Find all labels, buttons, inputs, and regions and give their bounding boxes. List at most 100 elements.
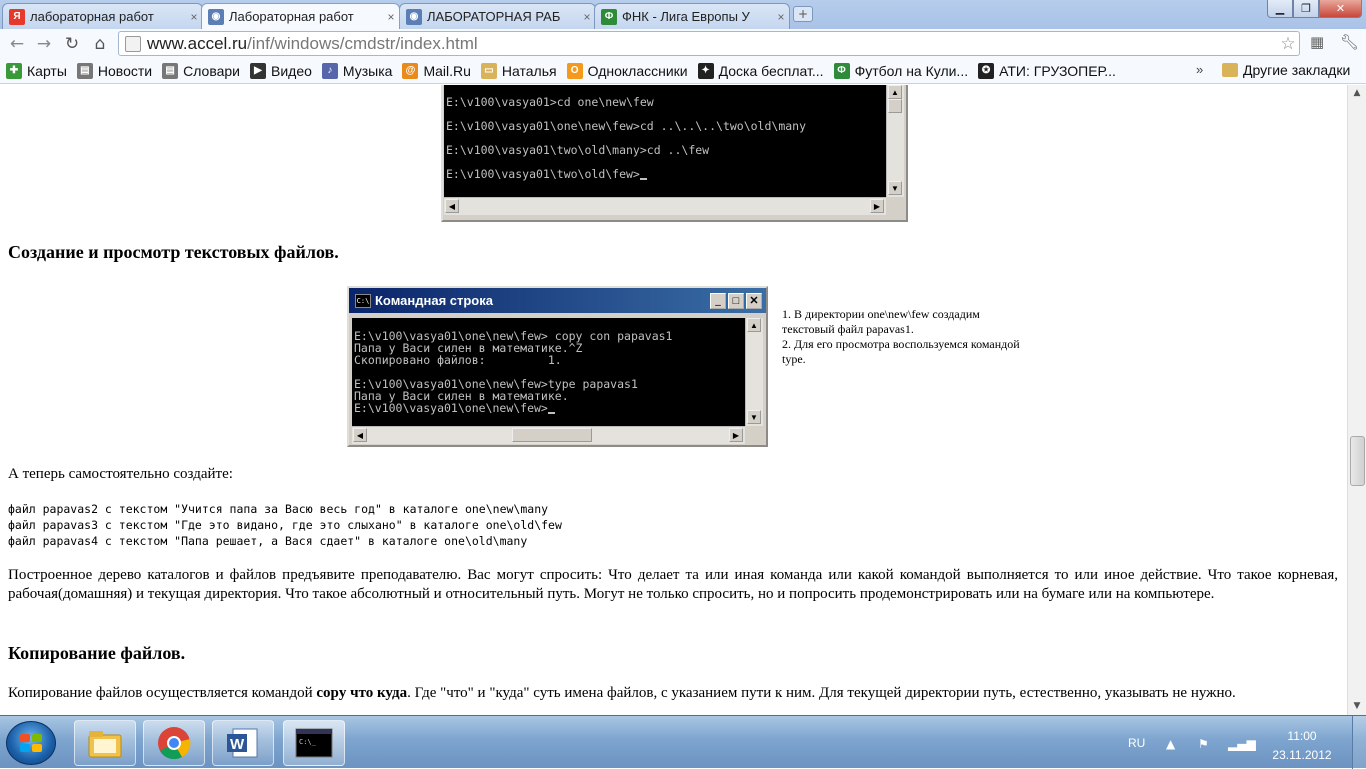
- new-tab-button[interactable]: +: [793, 6, 813, 22]
- clock-time: 11:00: [1287, 729, 1317, 743]
- bookmark-item[interactable]: @ Mail.Ru: [402, 62, 471, 79]
- chrome-taskbar-button[interactable]: [143, 720, 205, 766]
- bookmark-item[interactable]: ▤ Словари: [162, 62, 240, 79]
- copy-text-pre: Копирование файлов осуществляется команд…: [8, 685, 317, 701]
- close-button[interactable]: ✕: [1319, 0, 1362, 18]
- tab-close-icon[interactable]: ×: [186, 10, 202, 24]
- scroll-thumb[interactable]: [512, 428, 592, 442]
- tab-3[interactable]: Ф ФНК - Лига Европы У ×: [594, 3, 790, 29]
- bookmark-item[interactable]: ▶ Видео: [250, 62, 312, 79]
- tab-close-icon[interactable]: ×: [579, 10, 595, 24]
- console-vertical-scrollbar[interactable]: ▲ ▼: [745, 318, 763, 426]
- scroll-left-icon[interactable]: ◀: [445, 199, 459, 213]
- tab-title: ЛАБОРАТОРНАЯ РАБ: [427, 9, 561, 24]
- yandex-icon: Я: [9, 8, 25, 25]
- heading-create-files: Создание и просмотр текстовых файлов.: [8, 242, 339, 262]
- cmd-taskbar-button[interactable]: C:\_: [283, 720, 345, 766]
- language-indicator[interactable]: RU: [1128, 736, 1145, 750]
- bookmark-item[interactable]: ✚ Карты: [6, 62, 67, 79]
- paragraph-copy: Копирование файлов осуществляется команд…: [8, 684, 1338, 703]
- address-bar[interactable]: www.accel.ru/inf/windows/cmdstr/index.ht…: [118, 31, 1300, 56]
- console-output: E:\v100\vasya01>cd one\new\few E:\v100\va…: [444, 85, 886, 197]
- bookmark-icon: @: [402, 62, 419, 79]
- console-line-text: E:\v100\vasya01>cd one\new\few: [446, 95, 654, 109]
- other-bookmarks-folder[interactable]: Другие закладки: [1222, 62, 1350, 78]
- page-content: E:\v100\vasya01>cd one\new\few E:\v100\va…: [0, 85, 1347, 715]
- minimize-button[interactable]: ▁: [1267, 0, 1293, 18]
- console-cursor: [547, 412, 555, 414]
- start-button[interactable]: [6, 721, 56, 765]
- side-note-2: 2. Для его просмотра воспользуемся коман…: [782, 337, 1020, 366]
- tray-expand-icon[interactable]: ▲: [1166, 737, 1175, 751]
- bookmark-icon: ▭: [480, 62, 497, 79]
- show-desktop-button[interactable]: [1352, 716, 1366, 769]
- cmd-icon: C:\_: [295, 728, 333, 758]
- task-intro: А теперь самостоятельно создайте:: [8, 466, 233, 482]
- scroll-up-icon[interactable]: ▲: [1351, 88, 1363, 98]
- maximize-button[interactable]: ❐: [1293, 0, 1319, 18]
- bookmark-icon: О: [566, 62, 583, 79]
- bookmark-label: АТИ: ГРУЗОПЕР...: [999, 62, 1116, 79]
- scroll-left-icon[interactable]: ◀: [353, 428, 367, 442]
- scroll-down-icon[interactable]: ▼: [888, 181, 902, 195]
- bookmark-item[interactable]: ♪ Музыка: [321, 62, 392, 79]
- console-window-cd: E:\v100\vasya01>cd one\new\few E:\v100\va…: [441, 85, 908, 222]
- bookmark-label: Карты: [27, 62, 67, 79]
- scroll-right-icon[interactable]: ▶: [729, 428, 743, 442]
- console-line: E:\v100\vasya01>cd one\new\few: [446, 95, 886, 119]
- console-vertical-scrollbar[interactable]: ▲ ▼: [886, 85, 904, 197]
- scroll-down-icon[interactable]: ▼: [1351, 701, 1363, 711]
- console-close-button[interactable]: ✕: [746, 292, 762, 309]
- tab-close-icon[interactable]: ×: [773, 10, 789, 24]
- scroll-right-icon[interactable]: ▶: [870, 199, 884, 213]
- bookmark-item[interactable]: ✪ АТИ: ГРУЗОПЕР...: [978, 62, 1116, 79]
- network-icon[interactable]: ▂▄▆: [1228, 737, 1256, 751]
- flag-icon[interactable]: ⚑: [1198, 737, 1209, 751]
- bookmark-icon: ▶: [250, 62, 267, 79]
- bookmark-item[interactable]: ▭ Наталья: [480, 62, 557, 79]
- forward-icon[interactable]: →: [33, 33, 55, 55]
- wrench-icon[interactable]: 🔧︎: [1340, 33, 1362, 55]
- task-list: файл papavas2 с текстом "Учится папа за …: [8, 501, 562, 549]
- console-maximize-button[interactable]: □: [728, 292, 744, 309]
- svg-text:W: W: [230, 736, 245, 753]
- scroll-up-icon[interactable]: ▲: [888, 85, 902, 99]
- bookmark-item[interactable]: О Одноклассники: [566, 62, 688, 79]
- clock[interactable]: 11:00 23.11.2012: [1262, 727, 1342, 765]
- bookmark-item[interactable]: Ф Футбол на Кули...: [833, 62, 968, 79]
- tab-1[interactable]: ◉ Лабораторная работ ×: [201, 3, 400, 29]
- page-menu-icon[interactable]: ▦: [1310, 33, 1332, 55]
- back-icon[interactable]: ←: [6, 33, 28, 55]
- explorer-taskbar-button[interactable]: [74, 720, 136, 766]
- bookmark-item[interactable]: ✦ Доска бесплат...: [697, 62, 824, 79]
- bookmark-label: Доска бесплат...: [718, 62, 824, 79]
- url-host: www.accel.ru: [147, 33, 248, 53]
- bookmark-label: Mail.Ru: [423, 62, 471, 79]
- bookmark-label: Видео: [271, 62, 312, 79]
- tab-0[interactable]: Я лабораторная работ ×: [2, 3, 203, 29]
- word-taskbar-button[interactable]: W: [212, 720, 274, 766]
- home-icon[interactable]: ⌂: [89, 33, 111, 55]
- chrome-icon: [158, 727, 191, 760]
- console-cursor: [639, 178, 647, 180]
- scroll-thumb[interactable]: [888, 99, 902, 113]
- console-horizontal-scrollbar[interactable]: ◀ ▶: [352, 426, 745, 444]
- bookmark-item[interactable]: ▤ Новости: [76, 62, 152, 79]
- scroll-down-icon[interactable]: ▼: [747, 410, 761, 424]
- console-minimize-button[interactable]: _: [710, 292, 726, 309]
- url-text[interactable]: www.accel.ru/inf/windows/cmdstr/index.ht…: [147, 34, 1277, 54]
- tab-close-icon[interactable]: ×: [383, 10, 399, 24]
- clock-date: 23.11.2012: [1272, 748, 1332, 762]
- globe-icon: ◉: [406, 8, 422, 25]
- console-output: E:\v100\vasya01\one\new\few> copy con pa…: [352, 318, 745, 426]
- scroll-up-icon[interactable]: ▲: [747, 318, 761, 332]
- page-vertical-scrollbar[interactable]: ▲ ▼: [1347, 85, 1366, 715]
- page-icon: [125, 35, 141, 52]
- bookmarks-overflow-button[interactable]: »: [1196, 62, 1203, 77]
- bookmark-icon: ✪: [978, 62, 995, 79]
- reload-icon[interactable]: ↻: [61, 33, 83, 55]
- scroll-thumb[interactable]: [1350, 436, 1365, 486]
- tab-2[interactable]: ◉ ЛАБОРАТОРНАЯ РАБ ×: [399, 3, 596, 29]
- bookmark-star-icon[interactable]: ☆: [1277, 34, 1299, 54]
- console-horizontal-scrollbar[interactable]: ◀ ▶: [444, 197, 886, 215]
